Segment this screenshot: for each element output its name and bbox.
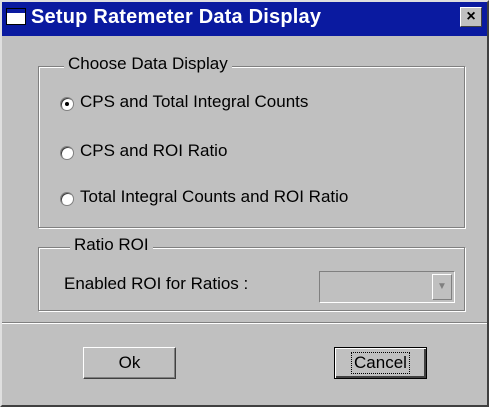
choose-data-display-legend: Choose Data Display bbox=[64, 54, 232, 74]
enabled-roi-label: Enabled ROI for Ratios : bbox=[64, 274, 249, 293]
radio-total-roi[interactable] bbox=[60, 192, 74, 206]
close-icon: × bbox=[466, 8, 476, 25]
window-title: Setup Ratemeter Data Display bbox=[31, 6, 322, 28]
ratio-roi-legend: Ratio ROI bbox=[70, 235, 153, 255]
divider bbox=[2, 322, 487, 324]
cancel-button-label: Cancel bbox=[351, 352, 410, 374]
ok-button[interactable]: Ok bbox=[83, 347, 176, 379]
chevron-down-icon[interactable]: ▼ bbox=[432, 274, 452, 300]
ok-button-label: Ok bbox=[118, 353, 141, 372]
title-bar[interactable]: Setup Ratemeter Data Display × bbox=[2, 2, 487, 36]
radio-label: CPS and ROI Ratio bbox=[80, 141, 228, 160]
window-icon bbox=[6, 8, 26, 25]
radio-label: CPS and Total Integral Counts bbox=[80, 92, 309, 111]
close-button[interactable]: × bbox=[460, 7, 482, 27]
cancel-button[interactable]: Cancel bbox=[334, 347, 427, 379]
radio-label: Total Integral Counts and ROI Ratio bbox=[80, 187, 349, 206]
radio-cps-total[interactable] bbox=[60, 97, 74, 111]
dialog-window: Setup Ratemeter Data Display × Choose Da… bbox=[0, 0, 489, 407]
enabled-roi-select[interactable]: ▼ bbox=[319, 271, 455, 303]
radio-cps-roi[interactable] bbox=[60, 146, 74, 160]
